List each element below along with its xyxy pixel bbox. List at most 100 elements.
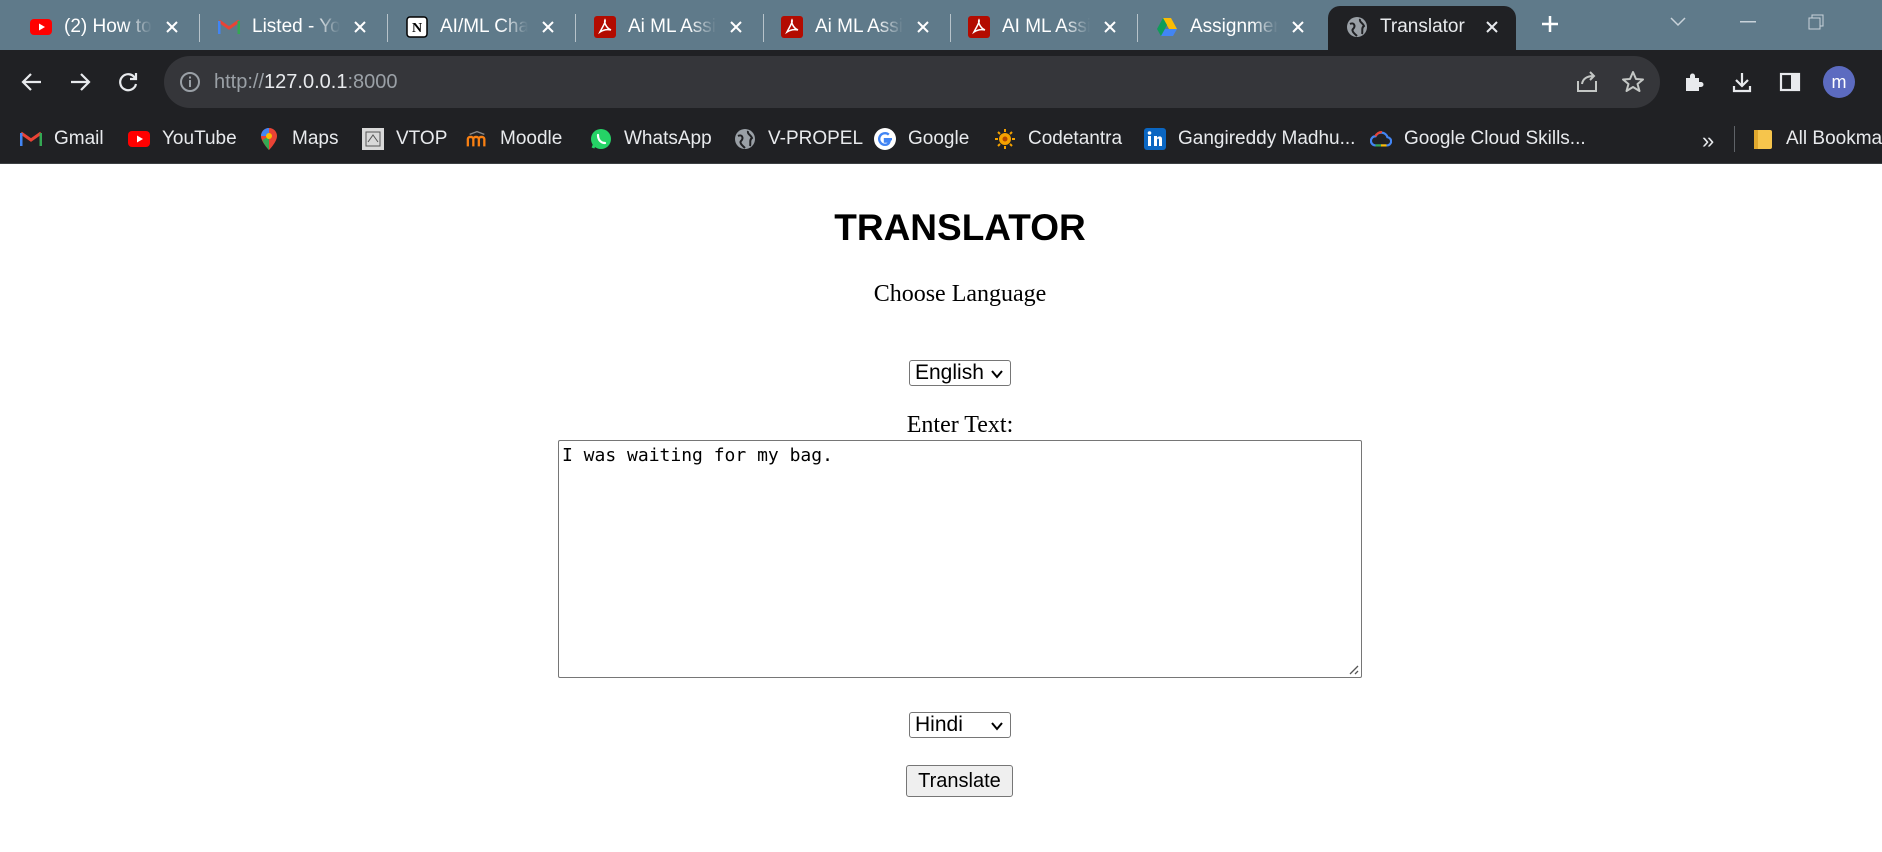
google-icon [874, 128, 896, 150]
target-language-select[interactable]: Hindi [909, 712, 1011, 738]
bookmark-gmail[interactable]: Gmail [20, 124, 104, 154]
youtube-icon [128, 128, 150, 150]
tab-title: Ai ML Assi [628, 16, 716, 37]
chevron-down-icon [991, 722, 1003, 731]
profile-avatar[interactable]: m [1823, 66, 1855, 98]
url-port: :8000 [347, 71, 398, 93]
whatsapp-icon [590, 128, 612, 150]
bookmark-star-icon[interactable] [1620, 69, 1646, 95]
bookmark-google-cloud-skills[interactable]: Google Cloud Skills... [1370, 124, 1586, 154]
globe-icon [734, 128, 756, 150]
google-cloud-icon [1370, 128, 1392, 150]
svg-text:N: N [412, 21, 422, 36]
bookmark-moodle[interactable]: Moodle [466, 124, 562, 154]
close-tab-icon[interactable] [911, 15, 935, 39]
bookmark-label: WhatsApp [624, 128, 712, 149]
close-tab-icon[interactable] [1098, 15, 1122, 39]
tab-translator[interactable]: Translator [1328, 6, 1516, 50]
browser-toolbar: http://127.0.0.1:8000 m [0, 50, 1882, 114]
close-tab-icon[interactable] [1286, 15, 1310, 39]
bookmark-google[interactable]: Google [874, 124, 969, 154]
text-input[interactable]: I was waiting for my bag. [558, 440, 1362, 678]
restore-button[interactable] [1796, 8, 1836, 36]
chevron-down-icon [991, 370, 1003, 379]
text-input-value: I was waiting for my bag. [562, 445, 833, 466]
back-arrow-icon [21, 73, 41, 91]
all-bookmarks-label: All Bookmarks [1786, 128, 1882, 149]
resize-grip-icon[interactable] [1345, 661, 1359, 675]
download-icon [1732, 73, 1752, 93]
bookmark-label: V-PROPEL [768, 128, 864, 149]
more-bookmarks-button[interactable]: » [1702, 128, 1714, 154]
folder-icon [1752, 128, 1774, 150]
pdf-icon [594, 16, 616, 38]
source-language-value: English [915, 361, 984, 384]
globe-icon [1346, 16, 1368, 38]
bookmark-label: YouTube [162, 128, 237, 149]
bookmark-vtop[interactable]: VTOP [362, 124, 447, 154]
bookmark-maps[interactable]: Maps [258, 124, 338, 154]
restore-icon [1808, 14, 1824, 30]
downloads-button[interactable] [1728, 68, 1756, 96]
url-text: http://127.0.0.1:8000 [214, 69, 398, 95]
bookmark-codetantra[interactable]: Codetantra [994, 124, 1122, 154]
close-tab-icon[interactable] [724, 15, 748, 39]
source-language-select[interactable]: English [909, 360, 1011, 386]
translate-button[interactable]: Translate [906, 765, 1013, 797]
tab-youtube[interactable]: (2) How to [0, 6, 200, 50]
linkedin-icon [1144, 128, 1166, 150]
close-tab-icon[interactable] [160, 15, 184, 39]
tab-title: AI ML Assi [1002, 16, 1090, 37]
maps-icon [258, 128, 280, 150]
tab-pdf-3[interactable]: AI ML Assi [938, 6, 1138, 50]
extensions-button[interactable] [1680, 68, 1708, 96]
back-button[interactable] [14, 64, 50, 100]
minimize-button[interactable] [1728, 8, 1768, 36]
bookmark-label: Google Cloud Skills... [1404, 128, 1586, 149]
bookmark-label: Moodle [500, 128, 563, 149]
side-panel-button[interactable] [1776, 68, 1804, 96]
tab-search-button[interactable] [1658, 8, 1698, 36]
chevron-down-icon [1670, 17, 1686, 27]
address-bar[interactable]: http://127.0.0.1:8000 [164, 56, 1660, 108]
tab-title: Assignmen [1190, 16, 1278, 37]
bookmark-label: Codetantra [1028, 128, 1123, 149]
close-tab-icon[interactable] [536, 15, 560, 39]
new-tab-button[interactable] [1534, 8, 1566, 40]
url-host: 127.0.0.1 [264, 71, 348, 93]
tab-title: AI/ML Cha [440, 16, 528, 37]
tab-pdf-2[interactable]: Ai ML Assi [751, 6, 951, 50]
share-icon[interactable] [1574, 69, 1600, 95]
page-content: TRANSLATOR Choose Language English Enter… [0, 165, 1882, 852]
youtube-icon [30, 16, 52, 38]
tab-title: Translator [1380, 16, 1465, 37]
bookmark-v-propel[interactable]: V-PROPEL [734, 124, 863, 154]
reload-button[interactable] [110, 64, 146, 100]
side-panel-icon [1779, 72, 1801, 92]
bookmark-linkedin[interactable]: Gangireddy Madhu... [1144, 124, 1355, 154]
tab-gmail[interactable]: Listed - Yo [188, 6, 388, 50]
close-tab-icon[interactable] [1480, 15, 1504, 39]
tab-notion[interactable]: N AI/ML Cha [376, 6, 576, 50]
all-bookmarks-button[interactable]: All Bookmarks [1752, 124, 1882, 154]
plus-icon [1542, 16, 1558, 32]
moodle-icon [466, 128, 488, 150]
minimize-icon [1740, 21, 1756, 23]
google-drive-icon [1156, 16, 1178, 38]
page-title: TRANSLATOR [834, 207, 1086, 248]
close-tab-icon[interactable] [348, 15, 372, 39]
bookmark-label: VTOP [396, 128, 448, 149]
reload-icon [119, 73, 138, 92]
tab-google-drive[interactable]: Assignmen [1126, 6, 1326, 50]
tab-pdf-1[interactable]: Ai ML Assi [564, 6, 764, 50]
forward-arrow-icon [71, 73, 91, 91]
forward-button[interactable] [62, 64, 98, 100]
pdf-icon [968, 16, 990, 38]
pdf-icon [781, 16, 803, 38]
puzzle-icon [1686, 73, 1704, 91]
bookmark-label: Google [908, 128, 970, 149]
bookmark-youtube[interactable]: YouTube [128, 124, 237, 154]
tab-title: Listed - Yo [252, 16, 340, 37]
bookmark-whatsapp[interactable]: WhatsApp [590, 124, 712, 154]
site-info-icon[interactable] [178, 70, 202, 94]
